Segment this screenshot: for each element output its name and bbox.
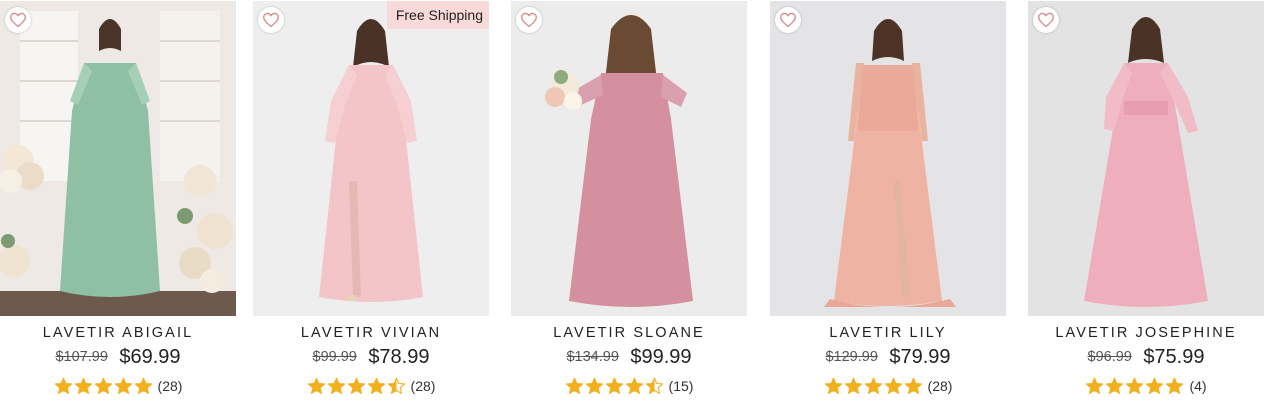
rating-row[interactable]: (28) [770,377,1006,395]
heart-icon [10,12,26,28]
star-full-icon [1126,377,1144,394]
rating-row[interactable]: (4) [1028,377,1264,395]
heart-icon [780,12,796,28]
sale-price: $78.99 [368,346,430,368]
review-count[interactable]: (28) [411,378,436,394]
star-full-icon [1146,377,1164,394]
wishlist-button[interactable] [516,7,542,33]
star-full-icon [605,377,623,394]
star-full-icon [625,377,643,394]
review-count[interactable]: (15) [669,378,694,394]
star-full-icon [327,377,345,394]
price-row: $99.99 $78.99 [253,346,489,369]
price-row: $129.99 $79.99 [770,346,1006,369]
rating-row[interactable]: (28) [0,377,236,395]
review-count[interactable]: (28) [928,378,953,394]
original-price: $134.99 [566,349,619,365]
product-name[interactable]: LAVETIR VIVIAN [253,325,489,341]
star-full-icon [1166,377,1184,394]
wishlist-button[interactable] [258,7,284,33]
wishlist-button[interactable] [5,7,31,33]
product-name[interactable]: LAVETIR JOSEPHINE [1028,325,1264,341]
star-full-icon [864,377,882,394]
review-count[interactable]: (28) [158,378,183,394]
product-card[interactable]: LAVETIR LILY $129.99 $79.99 (28) [770,0,1006,410]
star-full-icon [1106,377,1124,394]
star-full-icon [585,377,603,394]
star-full-icon [54,377,72,394]
sale-price: $75.99 [1143,346,1205,368]
sale-price: $99.99 [630,346,692,368]
star-full-icon [94,377,112,394]
original-price: $129.99 [825,349,878,365]
wishlist-button[interactable] [775,7,801,33]
star-full-icon [114,377,132,394]
product-name[interactable]: LAVETIR LILY [770,325,1006,341]
price-row: $107.99 $69.99 [0,346,236,369]
star-full-icon [565,377,583,394]
star-rating [1085,377,1185,395]
star-full-icon [134,377,152,394]
star-half-icon [387,377,405,394]
sale-price: $79.99 [889,346,951,368]
review-count[interactable]: (4) [1189,378,1206,394]
heart-icon [1038,12,1054,28]
product-name[interactable]: LAVETIR ABIGAIL [0,325,236,341]
original-price: $96.99 [1087,349,1132,365]
heart-icon [521,12,537,28]
star-full-icon [824,377,842,394]
price-row: $96.99 $75.99 [1028,346,1264,369]
product-card[interactable]: LAVETIR SLOANE $134.99 $99.99 (15) [511,0,747,410]
price-row: $134.99 $99.99 [511,346,747,369]
star-full-icon [1086,377,1104,394]
product-name[interactable]: LAVETIR SLOANE [511,325,747,341]
rating-row[interactable]: (28) [253,377,489,395]
original-price: $107.99 [55,349,108,365]
star-full-icon [904,377,922,394]
star-full-icon [74,377,92,394]
star-rating [824,377,924,395]
product-image[interactable] [1028,1,1264,316]
sale-price: $69.99 [119,346,181,368]
product-card[interactable]: LAVETIR JOSEPHINE $96.99 $75.99 (4) [1028,0,1264,410]
product-card[interactable]: Free Shipping LAVETIR VIVIAN $99.99 $78.… [253,0,489,410]
star-full-icon [347,377,365,394]
rating-row[interactable]: (15) [511,377,747,395]
star-full-icon [307,377,325,394]
product-image[interactable]: Free Shipping [253,1,489,316]
heart-icon [263,12,279,28]
product-grid: LAVETIR ABIGAIL $107.99 $69.99 (28) Free… [0,0,1267,410]
star-full-icon [844,377,862,394]
star-rating [307,377,407,395]
product-image[interactable] [511,1,747,316]
product-image[interactable] [0,1,236,316]
product-image[interactable] [770,1,1006,316]
star-rating [54,377,154,395]
star-full-icon [367,377,385,394]
star-half-icon [645,377,663,394]
star-rating [565,377,665,395]
original-price: $99.99 [312,349,357,365]
product-card[interactable]: LAVETIR ABIGAIL $107.99 $69.99 (28) [0,0,236,410]
free-shipping-badge: Free Shipping [386,1,489,29]
star-full-icon [884,377,902,394]
wishlist-button[interactable] [1033,7,1059,33]
